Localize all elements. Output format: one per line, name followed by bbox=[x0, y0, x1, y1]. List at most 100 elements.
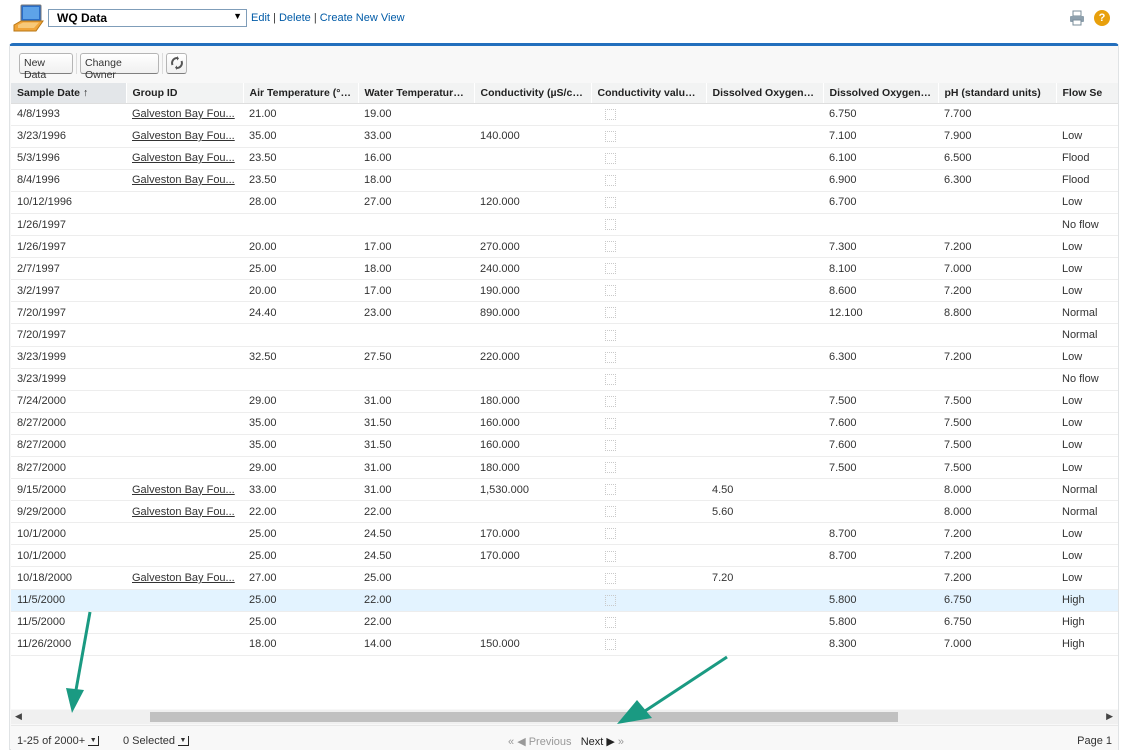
group-id-link[interactable]: Galveston Bay Fou... bbox=[132, 484, 235, 496]
change-owner-button[interactable]: Change Owner bbox=[80, 53, 159, 81]
selected-count: 0 Selected bbox=[123, 735, 175, 747]
column-header[interactable]: Group ID bbox=[126, 83, 244, 104]
table-cell: 220.000 bbox=[474, 346, 591, 369]
table-cell: No flow bbox=[1056, 213, 1118, 237]
table-cell: Low bbox=[1056, 412, 1118, 435]
table-cell: Low bbox=[1056, 456, 1118, 480]
help-icon[interactable]: ? bbox=[1094, 10, 1110, 26]
dropdown-caret-icon[interactable]: ▼ bbox=[177, 736, 189, 747]
table-row[interactable]: 9/29/2000 Galveston Bay Fou... 22.00 22.00 5… bbox=[11, 500, 1118, 524]
table-cell bbox=[591, 279, 706, 303]
table-row[interactable]: 9/15/2000 Galveston Bay Fou... 33.00 31.00 1… bbox=[11, 478, 1118, 502]
table-cell bbox=[706, 589, 823, 612]
table-row[interactable]: 1/26/1997 20.00 17.00 270.000 7.300 7.200 Low bbox=[11, 235, 1118, 259]
table-row[interactable]: 8/4/1996 Galveston Bay Fou... 23.50 18.00 6.… bbox=[11, 169, 1118, 192]
sample-date-cell: 3/23/1996 bbox=[11, 125, 126, 148]
table-row[interactable]: 2/7/1997 25.00 18.00 240.000 8.100 7.000 Low bbox=[11, 257, 1118, 281]
table-cell: 23.50 bbox=[243, 169, 358, 192]
scroll-right-icon[interactable]: ▶ bbox=[1106, 711, 1113, 722]
new-data-button[interactable]: New Data bbox=[19, 53, 73, 81]
column-header[interactable]: Flow Se bbox=[1056, 83, 1118, 104]
table-cell: 7.500 bbox=[823, 390, 938, 413]
table-cell bbox=[591, 346, 706, 369]
table-row[interactable]: 8/27/2000 29.00 31.00 180.000 7.500 7.500 Low bbox=[11, 456, 1118, 480]
group-id-link[interactable]: Galveston Bay Fou... bbox=[132, 152, 235, 164]
table-row[interactable]: 11/5/2000 25.00 22.00 5.800 6.750 High bbox=[11, 611, 1118, 634]
previous-arrow-icon: ◀ bbox=[517, 736, 526, 748]
horizontal-scrollbar[interactable]: ◀ ▶ bbox=[11, 710, 1118, 724]
table-row[interactable]: 1/26/1997 No flow bbox=[11, 213, 1118, 237]
scrollbar-thumb[interactable] bbox=[150, 712, 898, 722]
conductivity-checkbox bbox=[605, 395, 616, 407]
group-id-link[interactable]: Galveston Bay Fou... bbox=[132, 174, 235, 186]
table-row[interactable]: 3/2/1997 20.00 17.00 190.000 8.600 7.200 Low bbox=[11, 279, 1118, 303]
column-header[interactable]: Air Temperature (° C) bbox=[243, 83, 359, 104]
table-cell: 23.50 bbox=[243, 147, 358, 170]
table-row[interactable]: 3/23/1999 No flow bbox=[11, 368, 1118, 391]
table-cell bbox=[591, 103, 706, 126]
table-row[interactable]: 3/23/1996 Galveston Bay Fou... 35.00 33.00 1… bbox=[11, 125, 1118, 148]
table-cell bbox=[823, 478, 938, 502]
table-cell bbox=[126, 522, 243, 546]
column-header[interactable]: Conductivity (µS/cm) bbox=[474, 83, 592, 104]
edit-view-link[interactable]: Edit bbox=[251, 12, 270, 24]
table-row[interactable]: 11/26/2000 18.00 14.00 150.000 8.300 7.000 Hig… bbox=[11, 633, 1118, 656]
next-link[interactable]: Next bbox=[581, 736, 604, 748]
view-links: Edit | Delete | Create New View bbox=[251, 12, 405, 24]
next-arrow-icon[interactable]: ▶ bbox=[606, 736, 614, 748]
table-cell: 20.00 bbox=[243, 279, 358, 303]
table-row[interactable]: 5/3/1996 Galveston Bay Fou... 23.50 16.00 6.… bbox=[11, 147, 1118, 170]
column-header[interactable]: Conductivity values... bbox=[591, 83, 707, 104]
sample-date-cell: 8/27/2000 bbox=[11, 434, 126, 458]
table-cell: Galveston Bay Fou... bbox=[126, 500, 243, 524]
print-icon[interactable] bbox=[1069, 10, 1085, 26]
table-cell: 140.000 bbox=[474, 125, 591, 148]
table-row[interactable]: 3/23/1999 32.50 27.50 220.000 6.300 7.200 Low bbox=[11, 346, 1118, 369]
column-header[interactable]: Dissolved Oxygen ... bbox=[823, 83, 939, 104]
view-select[interactable]: WQ Data ▼ bbox=[48, 9, 247, 27]
sample-date-cell: 7/24/2000 bbox=[11, 390, 126, 413]
table-cell: 33.00 bbox=[243, 478, 358, 502]
scroll-left-icon[interactable]: ◀ bbox=[15, 711, 22, 722]
table-cell: Low bbox=[1056, 434, 1118, 458]
table-cell: 240.000 bbox=[474, 257, 591, 281]
column-header[interactable]: pH (standard units) bbox=[938, 83, 1057, 104]
table-cell bbox=[938, 191, 1056, 214]
table-row[interactable]: 10/1/2000 25.00 24.50 170.000 8.700 7.200 Low bbox=[11, 544, 1118, 568]
group-id-link[interactable]: Galveston Bay Fou... bbox=[132, 130, 235, 142]
table-row[interactable]: 10/1/2000 25.00 24.50 170.000 8.700 7.200 Low bbox=[11, 522, 1118, 546]
selected-count-selector[interactable]: 0 Selected ▼ bbox=[123, 735, 189, 747]
refresh-button[interactable] bbox=[166, 53, 187, 74]
table-row[interactable]: 4/8/1993 Galveston Bay Fou... 21.00 19.00 6.… bbox=[11, 103, 1118, 126]
conductivity-checkbox bbox=[605, 417, 616, 429]
delete-view-link[interactable]: Delete bbox=[279, 12, 311, 24]
table-cell: Low bbox=[1056, 522, 1118, 546]
table-row[interactable]: 8/27/2000 35.00 31.50 160.000 7.600 7.500 Low bbox=[11, 412, 1118, 435]
group-id-link[interactable]: Galveston Bay Fou... bbox=[132, 572, 235, 584]
table-row[interactable]: 8/27/2000 35.00 31.50 160.000 7.600 7.500 Low bbox=[11, 434, 1118, 458]
table-row[interactable]: 11/5/2000 25.00 22.00 5.800 6.750 High bbox=[11, 589, 1118, 612]
table-cell bbox=[938, 213, 1056, 237]
record-range-selector[interactable]: 1-25 of 2000+ ▼ bbox=[17, 735, 100, 747]
column-header[interactable]: Water Temperature ... bbox=[358, 83, 475, 104]
group-id-link[interactable]: Galveston Bay Fou... bbox=[132, 108, 235, 120]
table-row[interactable]: 7/20/1997 Normal bbox=[11, 323, 1118, 347]
table-row[interactable]: 10/18/2000 Galveston Bay Fou... 27.00 25.00… bbox=[11, 566, 1118, 590]
table-cell: Galveston Bay Fou... bbox=[126, 103, 243, 126]
sample-date-cell: 10/12/1996 bbox=[11, 191, 126, 214]
table-cell: 8.300 bbox=[823, 633, 938, 656]
table-cell: 6.300 bbox=[938, 169, 1056, 192]
conductivity-checkbox bbox=[605, 638, 616, 650]
create-new-view-link[interactable]: Create New View bbox=[320, 12, 405, 24]
table-row[interactable]: 7/24/2000 29.00 31.00 180.000 7.500 7.500 Low bbox=[11, 390, 1118, 413]
table-cell: 24.50 bbox=[358, 544, 474, 568]
column-header[interactable]: Sample Date ↑ bbox=[11, 83, 127, 104]
dropdown-caret-icon[interactable]: ▼ bbox=[88, 736, 100, 747]
table-cell bbox=[126, 412, 243, 435]
last-page-icon[interactable]: » bbox=[618, 736, 624, 748]
table-row[interactable]: 10/12/1996 28.00 27.00 120.000 6.700 Low bbox=[11, 191, 1118, 214]
table-row[interactable]: 7/20/1997 24.40 23.00 890.000 12.100 8.800 Nor… bbox=[11, 301, 1118, 325]
column-header[interactable]: Dissolved Oxygen (... bbox=[706, 83, 824, 104]
table-cell bbox=[706, 434, 823, 458]
group-id-link[interactable]: Galveston Bay Fou... bbox=[132, 506, 235, 518]
